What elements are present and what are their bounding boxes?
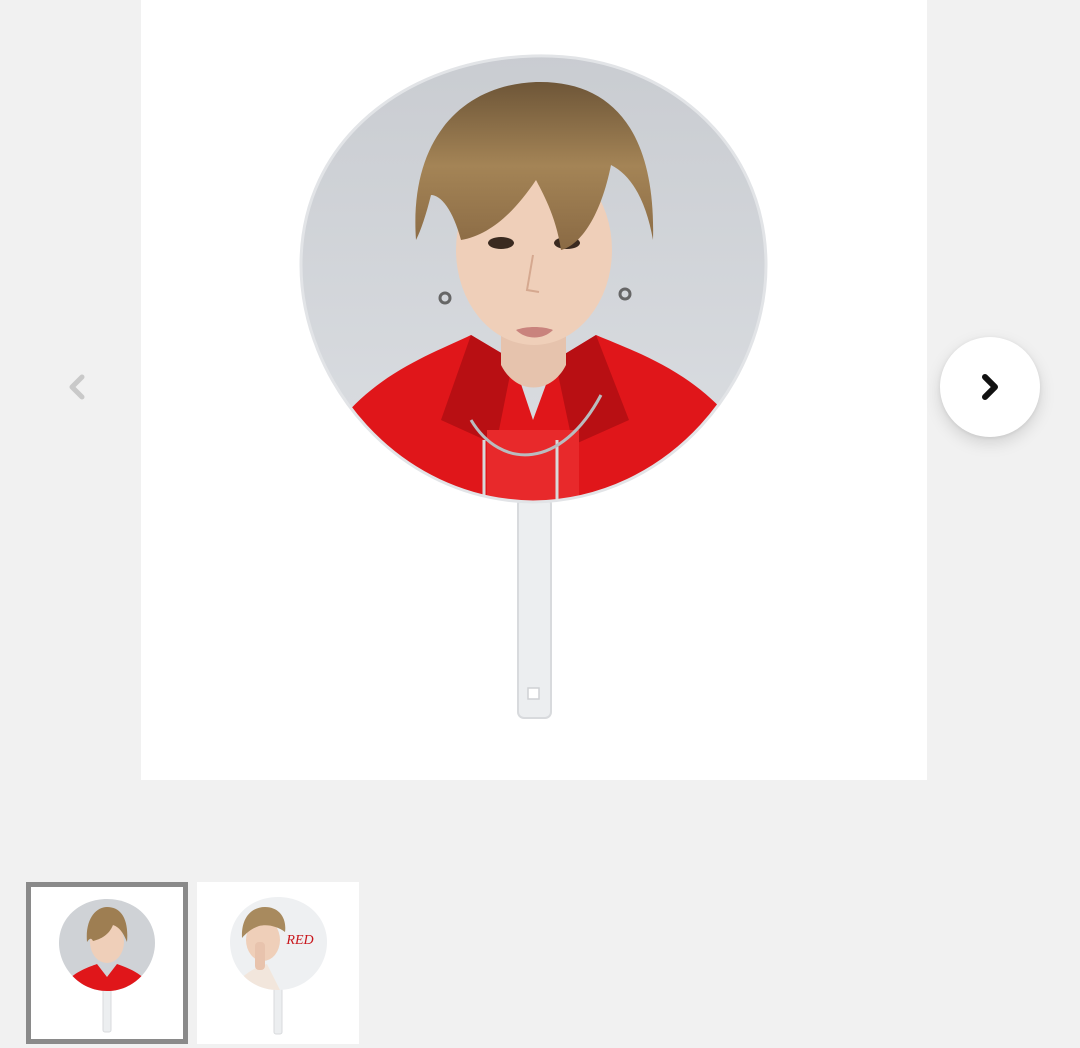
chevron-left-icon bbox=[69, 374, 85, 400]
previous-image-button[interactable] bbox=[52, 362, 102, 412]
main-product-image bbox=[141, 0, 927, 780]
thumbnail-2[interactable]: RED bbox=[197, 882, 359, 1044]
uchiwa-thumbnail-red-jacket bbox=[59, 899, 155, 1033]
uchiwa-thumbnail-red-logo: RED bbox=[230, 897, 327, 1035]
chevron-right-icon bbox=[982, 374, 998, 400]
uchiwa-fan-photo bbox=[299, 54, 768, 719]
product-image-gallery: RED bbox=[0, 0, 1080, 1048]
thumbnail-1[interactable] bbox=[26, 882, 188, 1044]
next-image-button[interactable] bbox=[940, 337, 1040, 437]
thumbnail-logo-text: RED bbox=[285, 933, 313, 948]
